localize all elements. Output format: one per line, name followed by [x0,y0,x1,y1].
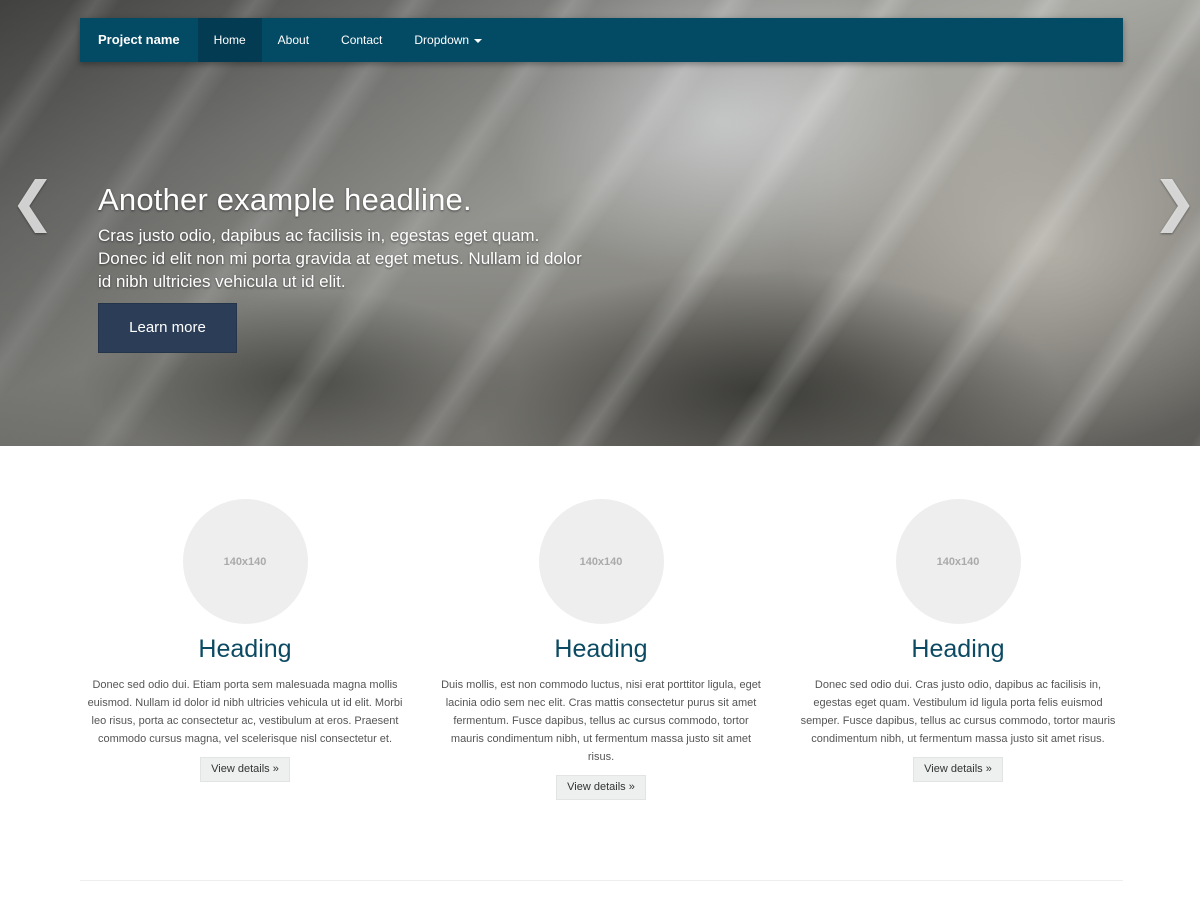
feature-text: Donec sed odio dui. Etiam porta sem male… [87,679,403,745]
nav-item-label: About [277,33,310,47]
carousel-caption: Another example headline. Cras justo odi… [98,180,598,353]
feature-column: 140x140 Heading Duis mollis, est non com… [436,446,766,800]
placeholder-label: 140x140 [579,555,623,568]
nav-item-contact[interactable]: Contact [325,18,398,62]
image-placeholder: 140x140 [895,499,1021,624]
nav-item-about[interactable]: About [262,18,325,62]
feature-columns: 140x140 Heading Donec sed odio dui. Etia… [80,446,1123,866]
feature-text: Duis mollis, est non commodo luctus, nis… [441,679,761,763]
carousel-headline: Another example headline. [98,182,472,217]
navbar: Project name Home About Contact Dropdown [80,18,1123,62]
nav-item-label: Contact [341,33,383,47]
view-details-button[interactable]: View details » [200,757,290,782]
nav-item-dropdown[interactable]: Dropdown [398,18,498,62]
feature-heading: Heading [911,635,1005,663]
image-placeholder: 140x140 [182,499,308,624]
feature-heading: Heading [554,635,648,663]
nav-item-home[interactable]: Home [197,18,262,62]
feature-heading: Heading [198,635,292,663]
carousel-text: Cras justo odio, dapibus ac facilisis in… [98,226,582,291]
placeholder-label: 140x140 [936,555,980,568]
feature-column: 140x140 Heading Donec sed odio dui. Cras… [793,446,1123,782]
feature-column: 140x140 Heading Donec sed odio dui. Etia… [80,446,410,782]
placeholder-label: 140x140 [223,555,267,568]
nav-item-label: Home [213,33,246,47]
carousel-next-icon[interactable]: ❯ [1152,174,1197,230]
navbar-brand[interactable]: Project name [80,18,198,62]
view-details-button[interactable]: View details » [913,757,1003,782]
section-divider [80,880,1123,881]
caret-down-icon [474,38,483,43]
feature-text: Donec sed odio dui. Cras justo odio, dap… [800,679,1116,745]
image-placeholder: 140x140 [538,499,664,624]
nav-item-label: Dropdown [414,33,470,47]
carousel-prev-icon[interactable]: ❮ [10,174,55,230]
view-details-button[interactable]: View details » [556,775,646,800]
learn-more-button[interactable]: Learn more [98,303,237,353]
carousel-slide: ❮ ❯ Another example headline. Cras justo… [0,0,1200,446]
